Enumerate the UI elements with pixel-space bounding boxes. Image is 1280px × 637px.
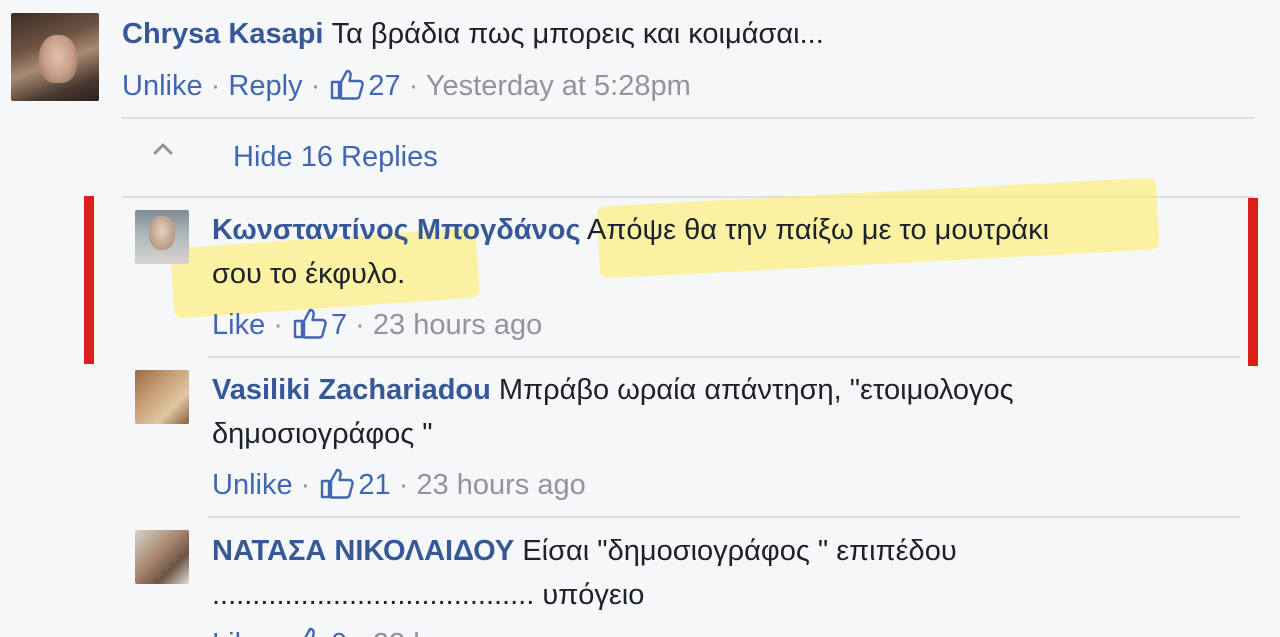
reply-3-actions: Like · 0 · 23 hours ago — [212, 626, 542, 637]
reply-1-line-2: σου το έκφυλο. — [212, 258, 405, 291]
like-count: 0 — [331, 628, 347, 637]
divider — [122, 117, 1254, 119]
avatar-reply-1[interactable] — [135, 210, 189, 264]
unlike-link[interactable]: Unlike — [122, 70, 203, 102]
separator: · — [202, 70, 229, 102]
avatar-reply-2[interactable] — [135, 370, 189, 424]
like-count-button[interactable]: 0 — [291, 627, 347, 637]
chevron-up-icon[interactable] — [150, 138, 176, 158]
like-link[interactable]: Like — [212, 628, 265, 637]
reply-author-name[interactable]: ΝΑΤΑΣΑ ΝΙΚΟΛΑΙΔΟΥ — [212, 535, 514, 567]
separator: · — [302, 70, 329, 102]
reply-2-line-1: Vasiliki Zachariadou Μπράβο ωραία απάντη… — [212, 374, 1014, 407]
reply-link[interactable]: Reply — [228, 70, 302, 102]
main-comment-body: Chrysa Kasapi Τα βράδια πως μπορεις και … — [122, 18, 824, 51]
avatar-reply-3[interactable] — [135, 530, 189, 584]
highlight-bar-right — [1248, 198, 1258, 366]
reply-timestamp[interactable]: 23 hours ago — [373, 309, 542, 341]
reply-timestamp[interactable]: 23 hours ago — [416, 469, 585, 501]
reply-text: Είσαι "δημοσιογράφος " επιπέδου — [522, 535, 957, 567]
separator: · — [292, 469, 319, 501]
comment-text: Τα βράδια πως μπορεις και κοιμάσαι... — [331, 18, 824, 50]
thumbs-up-icon — [293, 308, 327, 339]
like-count-button[interactable]: 21 — [318, 468, 391, 501]
reply-text-continued: δημοσιογράφος " — [212, 418, 433, 450]
comment-author-name[interactable]: Chrysa Kasapi — [122, 18, 324, 50]
like-count: 21 — [358, 469, 391, 501]
like-count: 7 — [330, 309, 348, 341]
hide-replies-label[interactable]: Hide 16 Replies — [233, 141, 438, 173]
reply-text: Απόψε θα την παίξω με το μουτράκι — [587, 214, 1050, 246]
reply-2-line-2: δημοσιογράφος " — [212, 418, 433, 451]
reply-3-line-2: ........................................… — [212, 579, 644, 612]
reply-1-actions: Like · 7 · 23 hours ago — [212, 307, 542, 342]
highlight-bar-left — [84, 196, 94, 364]
separator: · — [390, 469, 417, 501]
reply-1-line-1: Κωνσταντίνος Μπογδάνος Απόψε θα την παίξ… — [212, 214, 1049, 247]
separator: · — [265, 309, 291, 341]
comment-timestamp[interactable]: Yesterday at 5:28pm — [426, 70, 691, 102]
reply-text-continued: ........................................… — [212, 579, 645, 611]
like-count-button[interactable]: 7 — [291, 308, 348, 341]
divider — [208, 516, 1240, 518]
reply-2-actions: Unlike · 21 · 23 hours ago — [212, 467, 586, 502]
like-link[interactable]: Like — [212, 309, 265, 341]
separator: · — [265, 628, 291, 637]
thumbs-up-icon — [304, 627, 315, 637]
reply-text: Μπράβο ωραία απάντηση, "ετοιμολογος — [498, 374, 1014, 406]
separator: · — [400, 70, 426, 102]
reply-author-name[interactable]: Vasiliki Zachariadou — [212, 374, 491, 406]
separator: · — [347, 309, 373, 341]
unlike-link[interactable]: Unlike — [212, 469, 293, 501]
hide-replies-toggle[interactable]: Hide 16 Replies — [233, 141, 438, 174]
thumbs-up-icon — [321, 468, 355, 499]
reply-3-line-1: ΝΑΤΑΣΑ ΝΙΚΟΛΑΙΔΟΥ Είσαι "δημοσιογράφος "… — [212, 535, 957, 568]
reply-timestamp[interactable]: 23 hours ago — [373, 628, 542, 637]
separator: · — [347, 628, 373, 637]
reply-text-continued: σου το έκφυλο. — [212, 258, 406, 290]
like-count-button[interactable]: 27 — [328, 69, 401, 102]
avatar-chrysa-kasapi[interactable] — [11, 13, 99, 101]
divider — [208, 356, 1240, 358]
reply-author-name[interactable]: Κωνσταντίνος Μπογδάνος — [212, 214, 581, 246]
like-count: 27 — [368, 70, 401, 102]
main-comment-actions: Unlike · Reply · 27 · Yesterday at 5:28p… — [122, 68, 691, 103]
thumbs-up-icon — [331, 69, 365, 100]
